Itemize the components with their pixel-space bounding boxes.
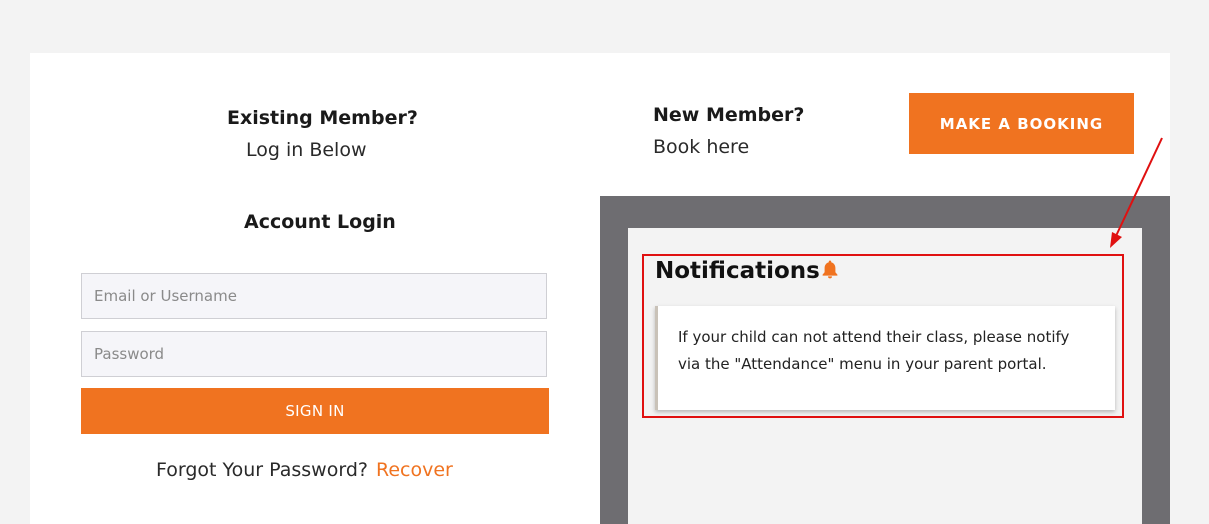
new-member-subtitle: Book here [653,136,750,158]
forgot-password-text: Forgot Your Password? [156,459,368,481]
make-booking-button[interactable]: MAKE A BOOKING [909,93,1134,154]
forgot-password-row: Forgot Your Password? Recover [156,459,496,481]
email-input[interactable] [81,273,547,319]
account-login-heading: Account Login [244,211,396,233]
existing-member-heading: Existing Member? [227,107,418,129]
annotation-highlight-box [642,254,1124,418]
sign-in-button[interactable]: SIGN IN [81,388,549,434]
new-member-heading: New Member? [653,104,805,126]
password-input[interactable] [81,331,547,377]
recover-link[interactable]: Recover [376,459,453,481]
existing-member-subtitle: Log in Below [246,139,367,161]
